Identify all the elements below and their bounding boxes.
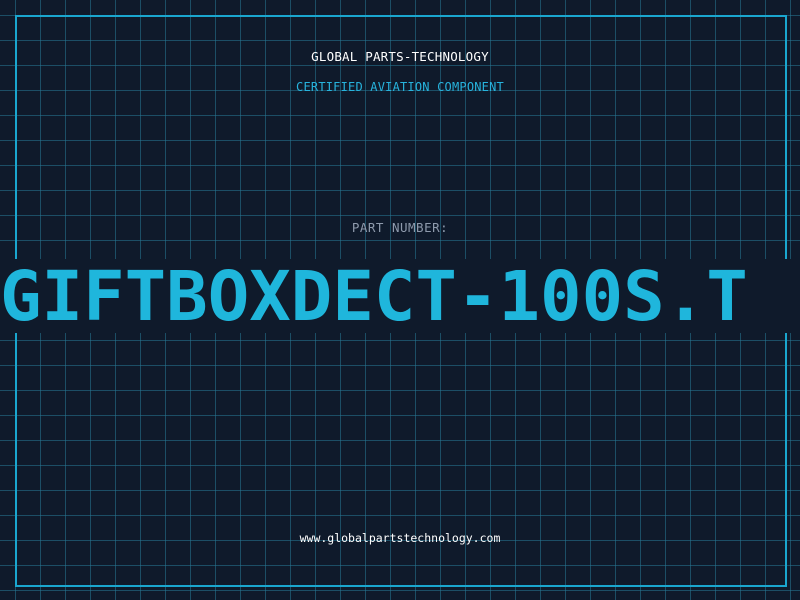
certification-tagline: CERTIFIED AVIATION COMPONENT — [296, 80, 504, 94]
part-number-value: GIFTBOXDECT-100S.T — [0, 259, 748, 333]
part-number-band: GIFTBOXDECT-100S.T — [0, 259, 800, 333]
company-name: GLOBAL PARTS-TECHNOLOGY — [311, 49, 489, 64]
part-number-label: PART NUMBER: — [351, 220, 449, 235]
label-card: GLOBAL PARTS-TECHNOLOGY CERTIFIED AVIATI… — [0, 0, 800, 600]
website-url: www.globalpartstechnology.com — [299, 531, 501, 545]
